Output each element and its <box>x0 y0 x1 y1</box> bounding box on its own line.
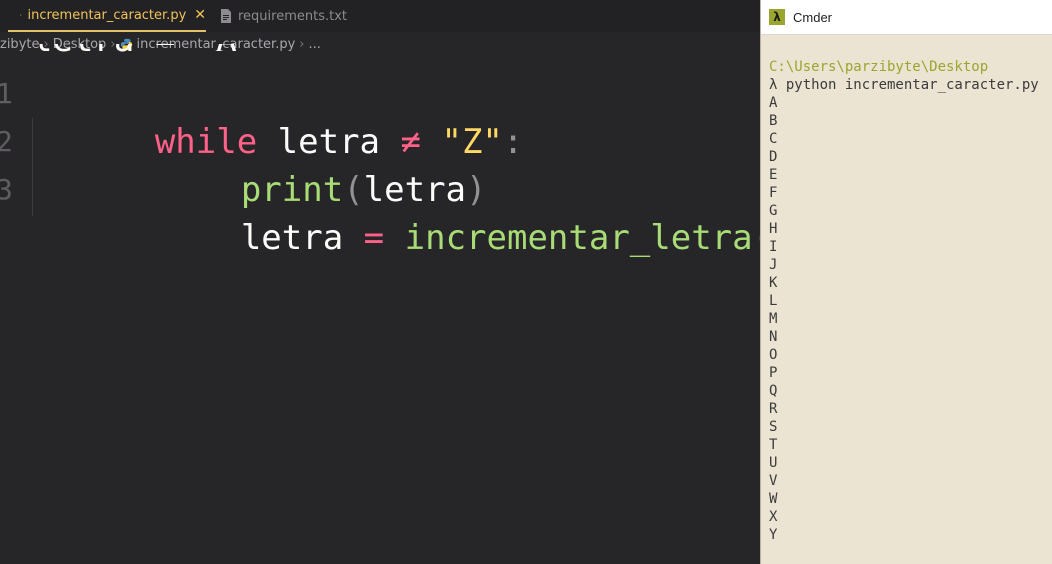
operator: = <box>363 218 385 258</box>
terminal-output-line: O <box>769 347 778 363</box>
tab-label: incrementar_caracter.py <box>27 7 187 23</box>
identifier: letra <box>240 218 344 258</box>
close-icon[interactable]: ✕ <box>194 7 206 23</box>
terminal-prompt: λ python incrementar_caracter.py <box>769 77 1039 93</box>
terminal-output-line: U <box>769 455 778 471</box>
terminal-output-line: N <box>769 329 778 345</box>
terminal-output-line: M <box>769 311 778 327</box>
window-titlebar[interactable]: λ Cmder <box>761 0 1052 35</box>
terminal-output-line: W <box>769 491 778 507</box>
line-number: 2 <box>0 125 13 158</box>
terminal-lines: ABCDEFGHIJKLMNOPQRSTUVWXY <box>769 94 1039 544</box>
terminal-output-line: Q <box>769 383 778 399</box>
terminal-output-line: R <box>769 401 778 417</box>
terminal-output-line: T <box>769 437 778 453</box>
tab-bar: incrementar_caracter.py ✕ requirements.t… <box>0 0 760 32</box>
window-title: Cmder <box>793 9 833 25</box>
punctuation: : <box>502 122 524 162</box>
terminal-output-line: X <box>769 509 778 525</box>
terminal-output-line: P <box>769 365 778 381</box>
code-editor[interactable]: incrementar_caracter.py ✕ requirements.t… <box>0 0 760 564</box>
tab-incrementar-caracter[interactable]: incrementar_caracter.py ✕ <box>8 0 206 32</box>
terminal-output-line: S <box>769 419 778 435</box>
file-icon <box>221 9 231 23</box>
terminal-output-line: G <box>769 203 778 219</box>
code-area[interactable]: letra = "A" 1 while letra ≠ "Z": 2 print… <box>0 44 760 564</box>
line-number: 3 <box>0 173 13 206</box>
tab-label: requirements.txt <box>238 8 348 24</box>
terminal-output-line: H <box>769 221 778 237</box>
terminal-output-line: K <box>769 275 778 291</box>
terminal-output-line: J <box>769 257 778 273</box>
terminal-output-line: L <box>769 293 778 309</box>
terminal-output-line: F <box>769 185 778 201</box>
terminal-output-line: C <box>769 131 778 147</box>
terminal-output-line: Y <box>769 527 778 543</box>
function-call: incrementar_letra <box>404 218 753 258</box>
terminal-output-line: E <box>769 167 778 183</box>
cmder-window[interactable]: λ Cmder C:\Users\parzibyte\Desktop λ pyth… <box>760 0 1052 564</box>
terminal-output-line: A <box>769 95 778 111</box>
indent-guide <box>32 118 33 216</box>
terminal-output-line: V <box>769 473 778 489</box>
code-line-1: while letra ≠ "Z": <box>32 70 524 162</box>
punctuation: ( <box>753 218 760 258</box>
terminal-output-line: B <box>769 113 778 129</box>
lambda-icon: λ <box>769 9 785 25</box>
terminal-path: C:\Users\parzibyte\Desktop <box>769 59 989 75</box>
code-line-2: print(letra) <box>118 118 487 210</box>
code-line-3: letra = incrementar_letra(letra) <box>118 166 760 258</box>
line-number: 1 <box>0 77 13 110</box>
terminal-output-line: D <box>769 149 778 165</box>
terminal-output[interactable]: C:\Users\parzibyte\Desktop λ python incre… <box>769 58 1039 544</box>
tab-requirements[interactable]: requirements.txt <box>212 0 382 32</box>
terminal-output-line: I <box>769 239 778 255</box>
python-icon <box>20 14 22 16</box>
